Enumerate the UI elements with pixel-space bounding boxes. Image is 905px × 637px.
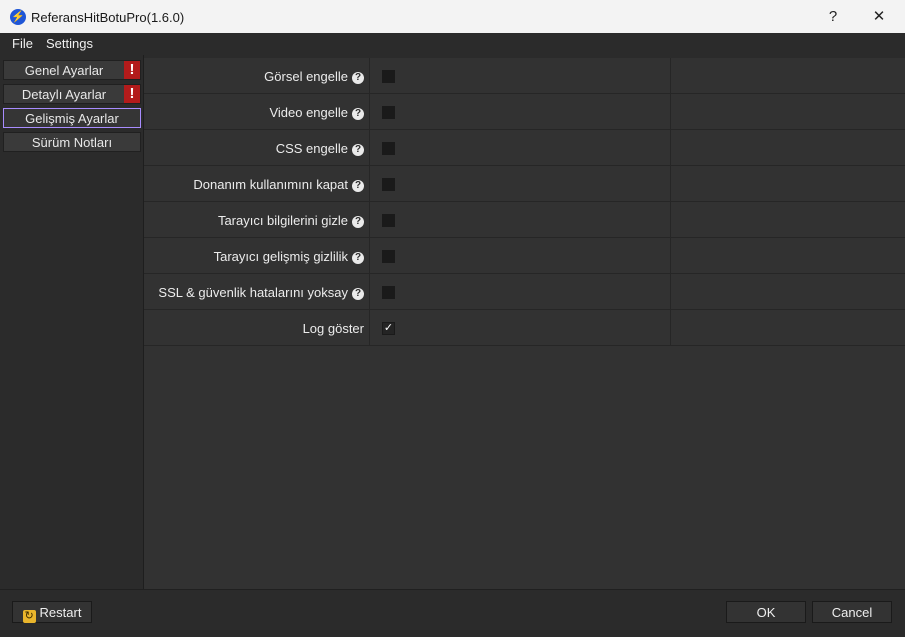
setting-row: SSL & güvenlik hatalarını yoksay? <box>144 274 905 310</box>
setting-checkbox[interactable] <box>382 106 395 119</box>
restart-icon: ↻ <box>22 610 36 623</box>
sidebar-item-label: Gelişmiş Ayarlar <box>25 111 119 126</box>
menu-bar: File Settings <box>0 33 905 54</box>
help-icon[interactable]: ? <box>352 180 364 192</box>
help-icon[interactable]: ? <box>352 288 364 300</box>
sidebar-item-detayli-ayarlar[interactable]: Detaylı Ayarlar ! <box>3 84 141 104</box>
sidebar-item-surum-notlari[interactable]: Sürüm Notları <box>3 132 141 152</box>
help-icon[interactable]: ? <box>352 252 364 264</box>
setting-checkbox[interactable] <box>382 178 395 191</box>
sidebar-item-label: Genel Ayarlar <box>24 63 104 78</box>
footer-bar: ↻ Restart OK Cancel <box>0 589 905 637</box>
app-window: ⚡ ReferansHitBotuPro(1.6.0) ? ✕ File Set… <box>0 0 905 637</box>
app-logo-icon: ⚡ <box>10 9 26 25</box>
alert-icon: ! <box>124 61 140 79</box>
menu-settings[interactable]: Settings <box>46 36 93 51</box>
restart-button[interactable]: ↻ Restart <box>12 601 92 623</box>
restart-label: Restart <box>39 605 82 620</box>
setting-row: Tarayıcı gelişmiş gizlilik? <box>144 238 905 274</box>
setting-row: Tarayıcı bilgilerini gizle? <box>144 202 905 238</box>
setting-label: Tarayıcı bilgilerini gizle? <box>218 213 364 228</box>
sidebar-item-label: Sürüm Notları <box>31 135 113 150</box>
sidebar-item-genel-ayarlar[interactable]: Genel Ayarlar ! <box>3 60 141 80</box>
sidebar-item-gelismis-ayarlar[interactable]: Gelişmiş Ayarlar <box>3 108 141 128</box>
help-icon[interactable]: ? <box>352 144 364 156</box>
setting-label: Donanım kullanımını kapat? <box>193 177 364 192</box>
close-button[interactable]: ✕ <box>868 6 890 28</box>
setting-checkbox[interactable] <box>382 214 395 227</box>
help-icon[interactable]: ? <box>352 108 364 120</box>
setting-row: Log göster ✓ <box>144 310 905 346</box>
setting-label: Tarayıcı gelişmiş gizlilik? <box>214 249 364 264</box>
title-bar: ⚡ ReferansHitBotuPro(1.6.0) ? ✕ <box>0 0 905 33</box>
alert-icon: ! <box>124 85 140 103</box>
help-icon[interactable]: ? <box>352 72 364 84</box>
setting-label: Video engelle? <box>269 105 364 120</box>
setting-label: Log göster <box>302 321 364 336</box>
setting-label: SSL & güvenlik hatalarını yoksay? <box>158 285 364 300</box>
setting-row: Donanım kullanımını kapat? <box>144 166 905 202</box>
cancel-button[interactable]: Cancel <box>812 601 892 623</box>
sidebar: Genel Ayarlar ! Detaylı Ayarlar ! Gelişm… <box>0 55 144 589</box>
setting-row: Video engelle? <box>144 94 905 130</box>
setting-checkbox[interactable] <box>382 286 395 299</box>
sidebar-item-label: Detaylı Ayarlar <box>21 87 107 102</box>
window-title: ReferansHitBotuPro(1.6.0) <box>31 10 185 25</box>
settings-panel: Görsel engelle? Video engelle? CSS engel… <box>144 58 905 589</box>
setting-checkbox[interactable] <box>382 250 395 263</box>
setting-checkbox[interactable] <box>382 70 395 83</box>
setting-row: CSS engelle? <box>144 130 905 166</box>
setting-label: CSS engelle? <box>276 141 364 156</box>
help-icon[interactable]: ? <box>352 216 364 228</box>
setting-row: Görsel engelle? <box>144 58 905 94</box>
ok-button[interactable]: OK <box>726 601 806 623</box>
menu-file[interactable]: File <box>12 36 33 51</box>
setting-checkbox[interactable] <box>382 142 395 155</box>
setting-checkbox[interactable]: ✓ <box>382 322 395 335</box>
setting-label: Görsel engelle? <box>264 69 364 84</box>
help-button[interactable]: ? <box>822 6 844 28</box>
